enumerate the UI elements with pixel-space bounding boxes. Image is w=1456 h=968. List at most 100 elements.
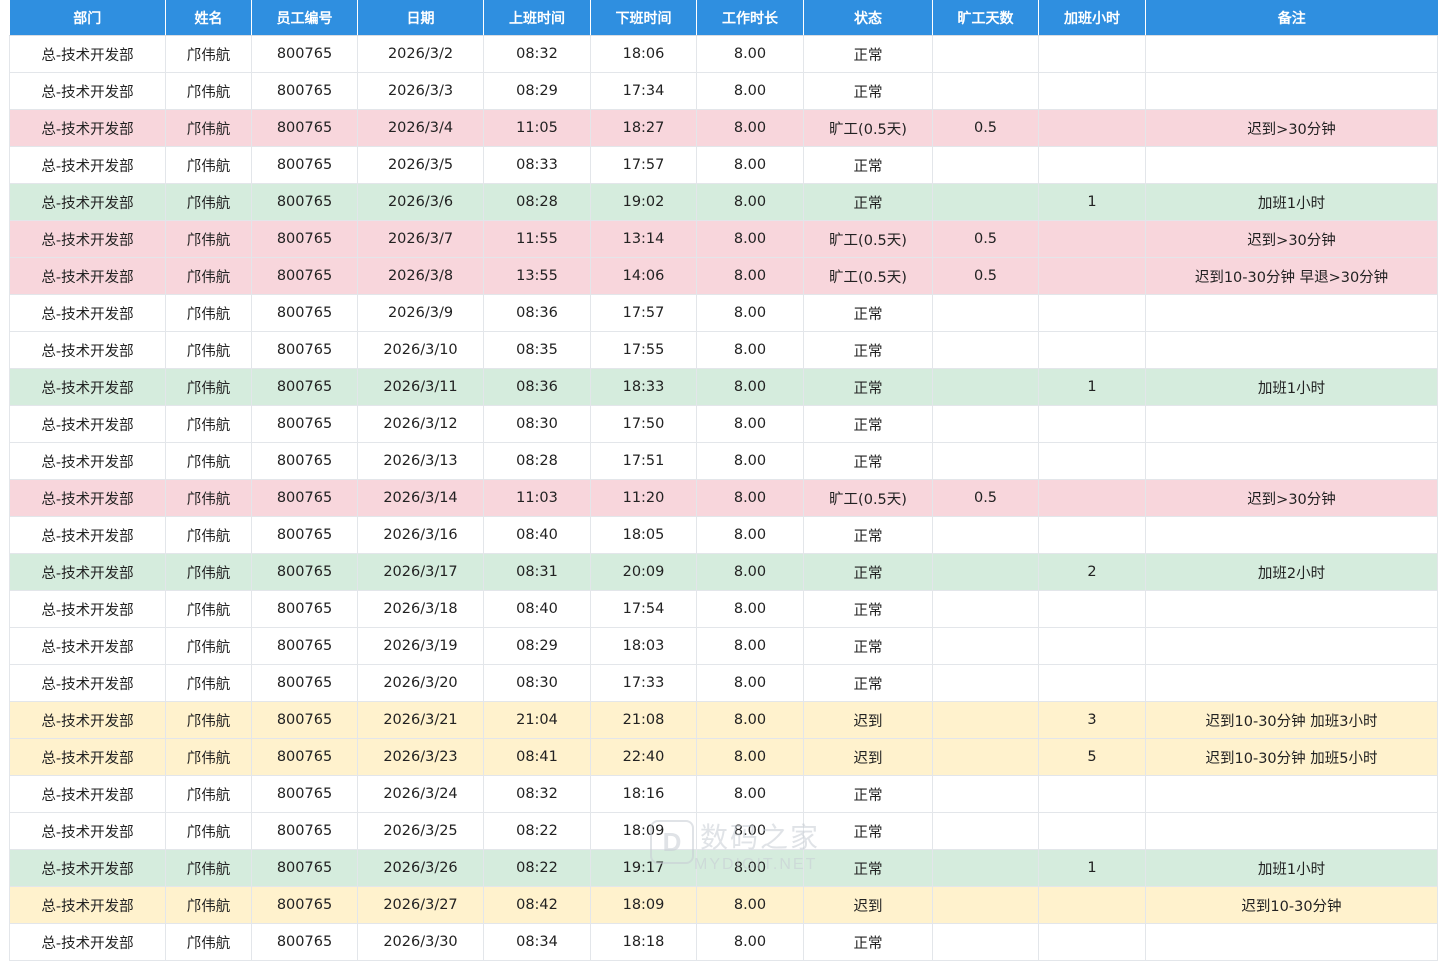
table-row[interactable]: 总-技术开发部 邝伟航 800765 2026/3/16 08:40 18:05 8.00 正… bbox=[9, 516, 1438, 554]
cell-employee-id: 800765 bbox=[251, 405, 358, 443]
cell-employee-id: 800765 bbox=[251, 257, 358, 295]
cell-date: 2026/3/21 bbox=[357, 701, 484, 739]
cell-clock-in: 08:32 bbox=[483, 775, 591, 813]
column-header-overtime-hours[interactable]: 加班小时 bbox=[1038, 0, 1146, 36]
table-row[interactable]: 总-技术开发部 邝伟航 800765 2026/3/7 11:55 13:14 8.00 旷工… bbox=[9, 220, 1438, 258]
cell-work-hours: 8.00 bbox=[696, 627, 804, 665]
cell-clock-out: 18:05 bbox=[590, 516, 697, 554]
cell-remark: 迟到>30分钟 bbox=[1145, 220, 1438, 258]
cell-clock-out: 20:09 bbox=[590, 553, 697, 591]
table-row[interactable]: 总-技术开发部 邝伟航 800765 2026/3/18 08:40 17:54 8.00 正… bbox=[9, 590, 1438, 628]
column-header-employee-id[interactable]: 员工编号 bbox=[251, 0, 358, 36]
table-row[interactable]: 总-技术开发部 邝伟航 800765 2026/3/27 08:42 18:09 8.00 迟… bbox=[9, 886, 1438, 924]
cell-overtime-hours bbox=[1038, 109, 1146, 147]
cell-work-hours: 8.00 bbox=[696, 775, 804, 813]
cell-clock-out: 13:14 bbox=[590, 220, 697, 258]
column-header-remark[interactable]: 备注 bbox=[1145, 0, 1438, 36]
table-row[interactable]: 总-技术开发部 邝伟航 800765 2026/3/11 08:36 18:33 8.00 正… bbox=[9, 368, 1438, 406]
cell-status: 迟到 bbox=[803, 886, 933, 924]
table-row[interactable]: 总-技术开发部 邝伟航 800765 2026/3/24 08:32 18:16 8.00 正… bbox=[9, 775, 1438, 813]
cell-name: 邝伟航 bbox=[165, 775, 252, 813]
column-header-absent-days[interactable]: 旷工天数 bbox=[932, 0, 1039, 36]
column-header-name[interactable]: 姓名 bbox=[165, 0, 252, 36]
cell-status: 正常 bbox=[803, 368, 933, 406]
column-header-date[interactable]: 日期 bbox=[357, 0, 484, 36]
cell-date: 2026/3/24 bbox=[357, 775, 484, 813]
column-header-clock-in[interactable]: 上班时间 bbox=[483, 0, 591, 36]
cell-employee-id: 800765 bbox=[251, 516, 358, 554]
cell-employee-id: 800765 bbox=[251, 664, 358, 702]
table-row[interactable]: 总-技术开发部 邝伟航 800765 2026/3/8 13:55 14:06 8.00 旷工… bbox=[9, 257, 1438, 295]
cell-name: 邝伟航 bbox=[165, 923, 252, 961]
table-row[interactable]: 总-技术开发部 邝伟航 800765 2026/3/6 08:28 19:02 8.00 正常… bbox=[9, 183, 1438, 221]
cell-name: 邝伟航 bbox=[165, 738, 252, 776]
cell-employee-id: 800765 bbox=[251, 849, 358, 887]
cell-absent-days bbox=[932, 590, 1039, 628]
cell-remark bbox=[1145, 516, 1438, 554]
cell-department: 总-技术开发部 bbox=[9, 35, 166, 73]
cell-status: 正常 bbox=[803, 294, 933, 332]
cell-clock-out: 18:33 bbox=[590, 368, 697, 406]
cell-department: 总-技术开发部 bbox=[9, 72, 166, 110]
table-row[interactable]: 总-技术开发部 邝伟航 800765 2026/3/3 08:29 17:34 8.00 正常 bbox=[9, 72, 1438, 110]
table-row[interactable]: 总-技术开发部 邝伟航 800765 2026/3/26 08:22 19:17 8.00 正… bbox=[9, 849, 1438, 887]
table-row[interactable]: 总-技术开发部 邝伟航 800765 2026/3/12 08:30 17:50 8.00 正… bbox=[9, 405, 1438, 443]
cell-work-hours: 8.00 bbox=[696, 664, 804, 702]
cell-remark bbox=[1145, 627, 1438, 665]
cell-work-hours: 8.00 bbox=[696, 886, 804, 924]
cell-clock-out: 21:08 bbox=[590, 701, 697, 739]
cell-absent-days bbox=[932, 405, 1039, 443]
cell-overtime-hours: 5 bbox=[1038, 738, 1146, 776]
table-row[interactable]: 总-技术开发部 邝伟航 800765 2026/3/19 08:29 18:03 8.00 正… bbox=[9, 627, 1438, 665]
cell-status: 正常 bbox=[803, 72, 933, 110]
cell-department: 总-技术开发部 bbox=[9, 664, 166, 702]
cell-work-hours: 8.00 bbox=[696, 812, 804, 850]
cell-department: 总-技术开发部 bbox=[9, 553, 166, 591]
cell-clock-in: 08:32 bbox=[483, 35, 591, 73]
cell-status: 正常 bbox=[803, 553, 933, 591]
table-row[interactable]: 总-技术开发部 邝伟航 800765 2026/3/14 11:03 11:20 8.00 旷… bbox=[9, 479, 1438, 517]
cell-absent-days bbox=[932, 664, 1039, 702]
cell-work-hours: 8.00 bbox=[696, 368, 804, 406]
cell-date: 2026/3/3 bbox=[357, 72, 484, 110]
column-header-work-hours[interactable]: 工作时长 bbox=[696, 0, 804, 36]
table-row[interactable]: 总-技术开发部 邝伟航 800765 2026/3/4 11:05 18:27 8.00 旷工… bbox=[9, 109, 1438, 147]
cell-employee-id: 800765 bbox=[251, 72, 358, 110]
table-row[interactable]: 总-技术开发部 邝伟航 800765 2026/3/17 08:31 20:09 8.00 正… bbox=[9, 553, 1438, 591]
cell-clock-in: 11:55 bbox=[483, 220, 591, 258]
cell-date: 2026/3/8 bbox=[357, 257, 484, 295]
table-row[interactable]: 总-技术开发部 邝伟航 800765 2026/3/23 08:41 22:40 8.00 迟… bbox=[9, 738, 1438, 776]
table-row[interactable]: 总-技术开发部 邝伟航 800765 2026/3/5 08:33 17:57 8.00 正常 bbox=[9, 146, 1438, 184]
cell-clock-out: 17:50 bbox=[590, 405, 697, 443]
cell-work-hours: 8.00 bbox=[696, 35, 804, 73]
cell-work-hours: 8.00 bbox=[696, 849, 804, 887]
column-header-department[interactable]: 部门 bbox=[9, 0, 166, 36]
cell-department: 总-技术开发部 bbox=[9, 405, 166, 443]
cell-absent-days: 0.5 bbox=[932, 109, 1039, 147]
cell-clock-out: 17:57 bbox=[590, 146, 697, 184]
table-row[interactable]: 总-技术开发部 邝伟航 800765 2026/3/2 08:32 18:06 8.00 正常 bbox=[9, 35, 1438, 73]
cell-date: 2026/3/4 bbox=[357, 109, 484, 147]
table-row[interactable]: 总-技术开发部 邝伟航 800765 2026/3/13 08:28 17:51 8.00 正… bbox=[9, 442, 1438, 480]
cell-name: 邝伟航 bbox=[165, 368, 252, 406]
table-row[interactable]: 总-技术开发部 邝伟航 800765 2026/3/30 08:34 18:18 8.00 正… bbox=[9, 923, 1438, 961]
cell-absent-days bbox=[932, 738, 1039, 776]
table-row[interactable]: 总-技术开发部 邝伟航 800765 2026/3/20 08:30 17:33 8.00 正… bbox=[9, 664, 1438, 702]
table-row[interactable]: 总-技术开发部 邝伟航 800765 2026/3/10 08:35 17:55 8.00 正… bbox=[9, 331, 1438, 369]
table-row[interactable]: 总-技术开发部 邝伟航 800765 2026/3/25 08:22 18:09 8.00 正… bbox=[9, 812, 1438, 850]
cell-date: 2026/3/11 bbox=[357, 368, 484, 406]
cell-remark bbox=[1145, 72, 1438, 110]
column-header-status[interactable]: 状态 bbox=[803, 0, 933, 36]
table-row[interactable]: 总-技术开发部 邝伟航 800765 2026/3/21 21:04 21:08 8.00 迟… bbox=[9, 701, 1438, 739]
cell-date: 2026/3/5 bbox=[357, 146, 484, 184]
cell-remark: 加班1小时 bbox=[1145, 368, 1438, 406]
column-header-clock-out[interactable]: 下班时间 bbox=[590, 0, 697, 36]
cell-work-hours: 8.00 bbox=[696, 590, 804, 628]
table-row[interactable]: 总-技术开发部 邝伟航 800765 2026/3/9 08:36 17:57 8.00 正常 bbox=[9, 294, 1438, 332]
cell-work-hours: 8.00 bbox=[696, 553, 804, 591]
cell-department: 总-技术开发部 bbox=[9, 775, 166, 813]
cell-work-hours: 8.00 bbox=[696, 146, 804, 184]
cell-remark bbox=[1145, 146, 1438, 184]
cell-overtime-hours bbox=[1038, 72, 1146, 110]
cell-absent-days: 0.5 bbox=[932, 479, 1039, 517]
